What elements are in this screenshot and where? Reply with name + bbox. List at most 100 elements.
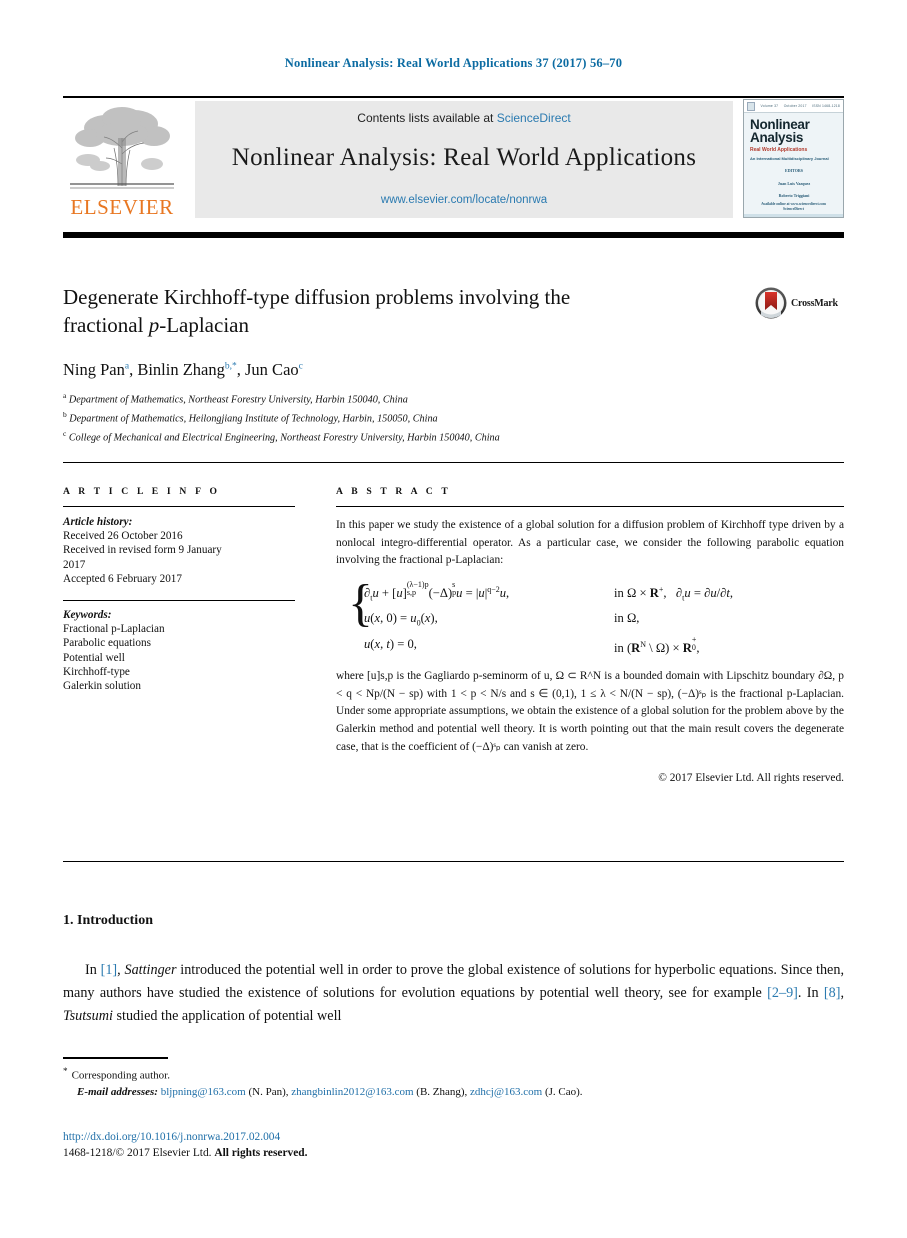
cover-date: October 2017: [783, 104, 807, 108]
cover-subtitle2: An International Multidisciplinary Journ…: [750, 156, 829, 161]
author-0-name: Ning Pan: [63, 360, 125, 379]
page-title: Degenerate Kirchhoff-type diffusion prob…: [63, 283, 683, 339]
author-list: Ning Pana, Binlin Zhangb,*, Jun Caoc: [63, 360, 303, 380]
journal-title: Nonlinear Analysis: Real World Applicati…: [231, 143, 697, 171]
affiliation-marker: a: [63, 391, 67, 400]
title-line-2-pre: fractional: [63, 313, 149, 337]
crossmark-badge[interactable]: CrossMark: [755, 287, 838, 319]
article-history-line: 2017: [63, 558, 86, 571]
article-history-line: Received in revised form 9 January: [63, 544, 222, 557]
introduction-paragraph: In [1], Sattinger introduced the potenti…: [63, 959, 844, 1028]
equation-line-1-rhs: in Ω × R+, ∂tu = ∂u/∂t,: [614, 584, 733, 603]
citation-link-1[interactable]: [1]: [101, 962, 118, 978]
crossmark-label: CrossMark: [791, 297, 838, 309]
cover-editor-1: Juan Luis Vazquez: [777, 180, 811, 186]
intro-author-tsutsumi: Tsutsumi: [63, 1008, 113, 1024]
crossmark-icon: [755, 287, 787, 319]
abstract-rule: [336, 506, 844, 507]
author-1: Binlin Zhangb,*: [137, 360, 236, 379]
email-link-zhang[interactable]: zhangbinlin2012@163.com: [291, 1086, 413, 1098]
display-equation: { ∂tu + [u] (λ−1)p s,p (−Δ) s p u = |u|q−2u, i…: [336, 574, 844, 659]
cover-footer-line2: ScienceDirect: [783, 207, 804, 211]
issn-copyright-line: 1468-1218/© 2017 Elsevier Ltd. All right…: [63, 1147, 307, 1159]
author-sep-1: ,: [236, 360, 246, 379]
cover-issn: ISSN 1468-1218: [812, 104, 840, 108]
cover-topbar: Volume 37 October 2017 ISSN 1468-1218: [744, 100, 843, 113]
keyword-item: Parabolic equations: [63, 637, 151, 650]
title-line-1: Degenerate Kirchhoff-type diffusion prob…: [63, 285, 571, 309]
abstract-paragraph-2: where [u]s,p is the Gagliardo p-seminorm…: [336, 670, 844, 753]
footnote-rule: [63, 1057, 168, 1059]
affiliation-row: b Department of Mathematics, Heilongjian…: [63, 408, 853, 427]
cover-volume: Volume 37: [760, 104, 779, 108]
contents-panel: Contents lists available at ScienceDirec…: [195, 101, 733, 218]
journal-homepage-link[interactable]: www.elsevier.com/locate/nonrwa: [381, 194, 547, 206]
footnote-block: * Corresponding author. E-mail addresses:…: [63, 1063, 844, 1100]
affiliation-marker: c: [63, 428, 67, 438]
equation-line-1-lhs: ∂tu + [u] (λ−1)p s,p (−Δ) s p u = |u|q−2u,: [364, 579, 510, 603]
affiliation-list: a Department of Mathematics, Northeast F…: [63, 389, 853, 446]
equation-line-2-rhs: in Ω,: [614, 611, 640, 626]
equation-line: u(x, t) = 0, in (RN \ Ω) × R +0,: [364, 634, 844, 659]
title-line-2-italic: p: [148, 313, 160, 337]
journal-article-page: Nonlinear Analysis: Real World Applicati…: [0, 0, 907, 1238]
author-2: Jun Caoc: [245, 360, 303, 379]
equation-brace-icon: {: [348, 574, 373, 632]
author-1-affil-marker[interactable]: b,*: [225, 362, 237, 372]
affiliation-text: Department of Mathematics, Northeast For…: [68, 394, 408, 406]
corresponding-author-marker: *: [63, 1066, 68, 1076]
author-0: Ning Pana: [63, 360, 129, 379]
below-abstract-rule: [63, 861, 844, 862]
author-2-name: Jun Cao: [245, 360, 299, 379]
article-info-heading: A R T I C L E I N F O: [63, 486, 221, 497]
email-addresses-label: E-mail addresses:: [77, 1085, 158, 1098]
article-info-column: A R T I C L E I N F O Article history: R…: [63, 486, 295, 693]
email-link-cao[interactable]: zdhcj@163.com: [470, 1086, 542, 1098]
keywords-rule: [63, 600, 295, 602]
email-owner-pan: (N. Pan): [248, 1085, 286, 1098]
keyword-item: Galerkin solution: [63, 680, 141, 693]
elsevier-tree-icon: [70, 107, 174, 189]
affiliation-row: a Department of Mathematics, Northeast F…: [63, 389, 853, 408]
equation-line-3-lhs: u(x, t) = 0,: [364, 637, 417, 651]
cover-editor-2: Roberto Triggiani: [778, 193, 810, 198]
above-info-rule: [63, 462, 844, 463]
citation-link-3[interactable]: [8]: [824, 985, 841, 1001]
equation-line: u(x, 0) = u0(x), in Ω,: [364, 608, 844, 634]
affiliation-text: Department of Mathematics, Heilongjiang …: [69, 413, 438, 425]
abstract-column: A B S T R A C T In this paper we study t…: [336, 486, 844, 788]
equation-line-3-rhs: in (RN \ Ω) × R +0,: [614, 635, 700, 656]
cover-bottom-band: [744, 214, 843, 217]
corresponding-author-text: Corresponding author.: [71, 1069, 170, 1082]
citation-link-2[interactable]: [2–9]: [767, 985, 798, 1001]
abstract-body: In this paper we study the existence of …: [336, 517, 844, 788]
email-owner-zhang: (B. Zhang): [416, 1085, 465, 1098]
keywords-block: Keywords: Fractional p-Laplacian Parabol…: [63, 608, 295, 693]
email-link-pan[interactable]: bljpning@163.com: [161, 1086, 246, 1098]
article-history-line: Received 26 October 2016: [63, 530, 183, 543]
author-2-affil-marker[interactable]: c: [299, 362, 303, 372]
title-line-2-post: -Laplacian: [159, 313, 249, 337]
sciencedirect-link[interactable]: ScienceDirect: [497, 111, 571, 125]
title-line-2: fractional p-Laplacian: [63, 311, 683, 339]
cover-subtitle: Real World Applications: [750, 147, 808, 153]
masthead-thick-rule: [63, 232, 844, 238]
cover-elsevier-mark-icon: [747, 101, 755, 111]
rights-reserved-text: All rights reserved.: [214, 1147, 308, 1159]
affiliation-text: College of Mechanical and Electrical Eng…: [68, 432, 500, 444]
intro-author-sattinger: Sattinger: [124, 962, 177, 978]
introduction-body: In [1], Sattinger introduced the potenti…: [63, 959, 844, 1028]
corresponding-author-line: * Corresponding author.: [63, 1063, 844, 1084]
cover-footer: Available online at www.sciencedirect.co…: [744, 202, 843, 212]
article-history-label: Article history:: [63, 516, 133, 528]
abstract-paragraph-1: In this paper we study the existence of …: [336, 519, 844, 567]
keyword-item: Potential well: [63, 651, 125, 664]
article-history-line: Accepted 6 February 2017: [63, 572, 182, 585]
section-heading-introduction: 1. Introduction: [63, 913, 153, 928]
keywords-label: Keywords:: [63, 609, 112, 622]
intro-text-5: ,: [840, 985, 844, 1001]
masthead-top-rule: [63, 96, 844, 98]
intro-text-4: . In: [797, 985, 824, 1001]
keyword-item: Kirchhoff-type: [63, 665, 130, 678]
doi-link[interactable]: http://dx.doi.org/10.1016/j.nonrwa.2017.…: [63, 1131, 280, 1143]
